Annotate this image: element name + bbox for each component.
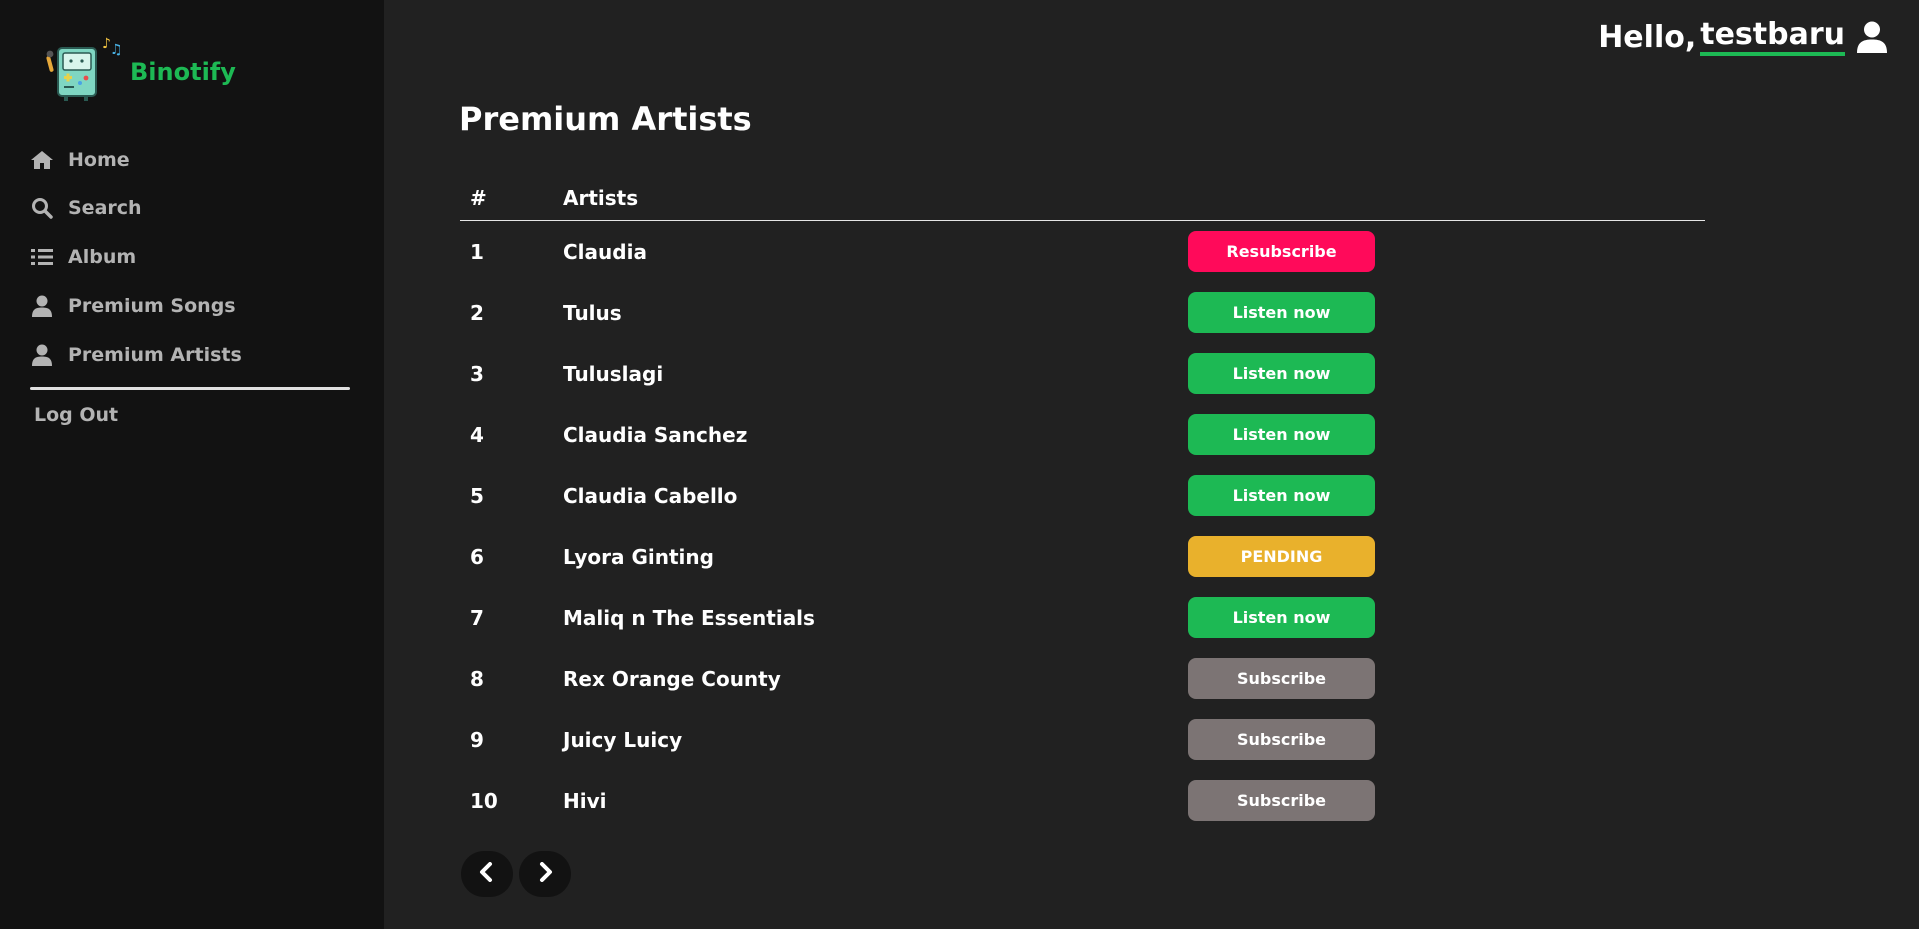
row-number: 10	[470, 788, 498, 813]
artist-name: Claudia Sanchez	[563, 422, 748, 447]
user-icon	[30, 294, 54, 318]
artist-name: Tulus	[563, 300, 622, 325]
resubscribe-button[interactable]: Resubscribe	[1188, 231, 1375, 272]
logo[interactable]: ♪ ♫ Binotify	[44, 34, 236, 106]
svg-text:♫: ♫	[110, 42, 123, 58]
chevron-left-icon	[479, 862, 495, 886]
table-row: 9 Juicy Luicy Subscribe	[460, 709, 1705, 770]
user-icon[interactable]	[1857, 21, 1887, 53]
table-row: 1 Claudia Resubscribe	[460, 221, 1705, 282]
artist-name: Juicy Luicy	[563, 727, 683, 752]
prev-page-button[interactable]	[461, 851, 513, 897]
sidebar: ♪ ♫ Binotify Home Search Album Premium S…	[0, 0, 384, 929]
search-icon	[30, 196, 54, 220]
artist-name: Rex Orange County	[563, 666, 781, 691]
pagination	[461, 851, 571, 897]
row-number: 8	[470, 666, 484, 691]
row-number: 5	[470, 483, 484, 508]
pending-button[interactable]: PENDING	[1188, 536, 1375, 577]
chevron-right-icon	[537, 862, 553, 886]
greeting-text: Hello,	[1598, 19, 1697, 55]
table-body: 1 Claudia Resubscribe 2 Tulus Listen now 3 Tulu…	[460, 221, 1705, 831]
listen-button[interactable]: Listen now	[1188, 292, 1375, 333]
listen-button[interactable]: Listen now	[1188, 353, 1375, 394]
table-row: 4 Claudia Sanchez Listen now	[460, 404, 1705, 465]
artist-name: Lyora Ginting	[563, 544, 714, 569]
sidebar-item-search[interactable]: Search	[30, 193, 142, 223]
table-row: 3 Tuluslagi Listen now	[460, 343, 1705, 404]
logo-icon: ♪ ♫	[44, 34, 124, 106]
list-icon	[30, 245, 54, 269]
sidebar-item-label: Premium Artists	[68, 344, 242, 366]
page-title: Premium Artists	[459, 100, 752, 138]
subscribe-button[interactable]: Subscribe	[1188, 658, 1375, 699]
user-icon	[30, 343, 54, 367]
row-number: 3	[470, 361, 484, 386]
table-row: 6 Lyora Ginting PENDING	[460, 526, 1705, 587]
column-header-number: #	[470, 186, 487, 210]
table-header: # Artists	[460, 176, 1705, 221]
sidebar-item-premium-songs[interactable]: Premium Songs	[30, 291, 236, 321]
subscribe-button[interactable]: Subscribe	[1188, 780, 1375, 821]
sidebar-item-label: Home	[68, 149, 130, 171]
table-row: 10 Hivi Subscribe	[460, 770, 1705, 831]
sidebar-item-home[interactable]: Home	[30, 145, 130, 175]
listen-button[interactable]: Listen now	[1188, 414, 1375, 455]
username-link[interactable]: testbaru	[1700, 18, 1845, 56]
row-number: 2	[470, 300, 484, 325]
table-row: 5 Claudia Cabello Listen now	[460, 465, 1705, 526]
row-number: 4	[470, 422, 484, 447]
artists-table: # Artists 1 Claudia Resubscribe 2 Tulus Liste…	[460, 176, 1705, 831]
row-number: 1	[470, 239, 484, 264]
logo-text: Binotify	[130, 58, 236, 86]
table-row: 7 Maliq n The Essentials Listen now	[460, 587, 1705, 648]
sidebar-item-album[interactable]: Album	[30, 242, 136, 272]
table-row: 8 Rex Orange County Subscribe	[460, 648, 1705, 709]
artist-name: Hivi	[563, 788, 607, 813]
sidebar-divider	[30, 387, 350, 390]
user-greeting: Hello, testbaru	[1598, 18, 1887, 56]
artist-name: Maliq n The Essentials	[563, 605, 815, 630]
artist-name: Claudia	[563, 239, 647, 264]
sidebar-item-premium-artists[interactable]: Premium Artists	[30, 340, 242, 370]
artist-name: Claudia Cabello	[563, 483, 738, 508]
home-icon	[30, 148, 54, 172]
artist-name: Tuluslagi	[563, 361, 664, 386]
sidebar-item-label: Premium Songs	[68, 295, 236, 317]
table-row: 2 Tulus Listen now	[460, 282, 1705, 343]
row-number: 7	[470, 605, 484, 630]
sidebar-item-label: Search	[68, 197, 142, 219]
next-page-button[interactable]	[519, 851, 571, 897]
sidebar-item-label: Album	[68, 246, 137, 268]
logout-link[interactable]: Log Out	[34, 404, 118, 426]
subscribe-button[interactable]: Subscribe	[1188, 719, 1375, 760]
row-number: 6	[470, 544, 484, 569]
column-header-artists: Artists	[563, 186, 639, 210]
row-number: 9	[470, 727, 484, 752]
listen-button[interactable]: Listen now	[1188, 597, 1375, 638]
listen-button[interactable]: Listen now	[1188, 475, 1375, 516]
